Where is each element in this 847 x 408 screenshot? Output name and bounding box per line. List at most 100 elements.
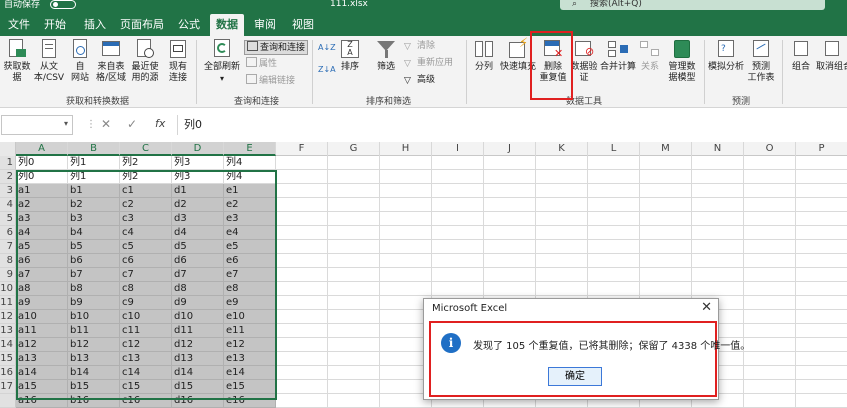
tab-data[interactable]: 数据	[210, 14, 244, 36]
cell-b12[interactable]: b10	[68, 310, 120, 324]
cell-p8[interactable]	[796, 254, 847, 268]
column-header-o[interactable]: O	[744, 142, 796, 156]
cell-d18[interactable]: d16	[172, 394, 224, 408]
cancel-icon[interactable]: ✕	[101, 117, 111, 131]
cell-n9[interactable]	[692, 268, 744, 282]
cell-d14[interactable]: d12	[172, 338, 224, 352]
cell-b7[interactable]: b5	[68, 240, 120, 254]
cell-o12[interactable]	[744, 310, 796, 324]
cell-a1[interactable]: 列0	[16, 156, 68, 170]
cell-c6[interactable]: c4	[120, 226, 172, 240]
cell-g2[interactable]	[328, 170, 380, 184]
cell-n5[interactable]	[692, 212, 744, 226]
cell-d16[interactable]: d14	[172, 366, 224, 380]
cell-c8[interactable]: c6	[120, 254, 172, 268]
group-button[interactable]: 组合	[788, 38, 814, 73]
cell-b13[interactable]: b11	[68, 324, 120, 338]
cell-d10[interactable]: d8	[172, 282, 224, 296]
cell-c13[interactable]: c11	[120, 324, 172, 338]
cell-g10[interactable]	[328, 282, 380, 296]
cell-f2[interactable]	[276, 170, 328, 184]
row-header[interactable]: 17	[0, 380, 16, 394]
cell-h10[interactable]	[380, 282, 432, 296]
cell-e17[interactable]: e15	[224, 380, 276, 394]
cell-o13[interactable]	[744, 324, 796, 338]
cell-p3[interactable]	[796, 184, 847, 198]
cell-e9[interactable]: e7	[224, 268, 276, 282]
cell-f8[interactable]	[276, 254, 328, 268]
cell-g8[interactable]	[328, 254, 380, 268]
cell-n4[interactable]	[692, 198, 744, 212]
enter-icon[interactable]: ✓	[127, 117, 137, 131]
cell-d12[interactable]: d10	[172, 310, 224, 324]
row-header[interactable]: 10	[0, 282, 16, 296]
cell-c2[interactable]: 列2	[120, 170, 172, 184]
cell-d7[interactable]: d5	[172, 240, 224, 254]
cell-a12[interactable]: a10	[16, 310, 68, 324]
cell-g3[interactable]	[328, 184, 380, 198]
cell-a17[interactable]: a15	[16, 380, 68, 394]
cell-p2[interactable]	[796, 170, 847, 184]
relationships-button[interactable]: 关系	[638, 38, 662, 73]
cell-e8[interactable]: e6	[224, 254, 276, 268]
cell-a6[interactable]: a4	[16, 226, 68, 240]
cell-p13[interactable]	[796, 324, 847, 338]
cell-m9[interactable]	[640, 268, 692, 282]
cell-d11[interactable]: d9	[172, 296, 224, 310]
cell-f16[interactable]	[276, 366, 328, 380]
cell-a8[interactable]: a6	[16, 254, 68, 268]
cell-m10[interactable]	[640, 282, 692, 296]
row-header[interactable]: 7	[0, 240, 16, 254]
cell-b18[interactable]: b16	[68, 394, 120, 408]
cell-c18[interactable]: c16	[120, 394, 172, 408]
row-header[interactable]: 9	[0, 268, 16, 282]
cell-e5[interactable]: e3	[224, 212, 276, 226]
cell-c15[interactable]: c13	[120, 352, 172, 366]
cell-e12[interactable]: e10	[224, 310, 276, 324]
cell-m8[interactable]	[640, 254, 692, 268]
cell-b6[interactable]: b4	[68, 226, 120, 240]
from-table-button[interactable]: 来自表 格/区域	[94, 38, 128, 84]
cell-g12[interactable]	[328, 310, 380, 324]
cell-g15[interactable]	[328, 352, 380, 366]
cell-n6[interactable]	[692, 226, 744, 240]
consolidate-button[interactable]: 合并计算	[600, 38, 636, 73]
row-header[interactable]: 2	[0, 170, 16, 184]
cell-f4[interactable]	[276, 198, 328, 212]
cell-m1[interactable]	[640, 156, 692, 170]
cell-i1[interactable]	[432, 156, 484, 170]
cell-c4[interactable]: c2	[120, 198, 172, 212]
formula-input[interactable]: 列0	[177, 115, 847, 135]
cell-j4[interactable]	[484, 198, 536, 212]
cell-p1[interactable]	[796, 156, 847, 170]
sort-descending-button[interactable]: Z↓A	[318, 64, 336, 76]
cell-a2[interactable]: 列0	[16, 170, 68, 184]
tab-file[interactable]: 文件	[2, 14, 36, 36]
cell-g4[interactable]	[328, 198, 380, 212]
queries-connections-button[interactable]: 查询和连接	[244, 40, 309, 55]
cell-j8[interactable]	[484, 254, 536, 268]
cell-f3[interactable]	[276, 184, 328, 198]
cell-e18[interactable]: e16	[224, 394, 276, 408]
cell-l6[interactable]	[588, 226, 640, 240]
cell-m5[interactable]	[640, 212, 692, 226]
what-if-button[interactable]: ? 模拟分析	[706, 38, 746, 73]
name-box[interactable]: ▾	[1, 115, 73, 135]
cell-k9[interactable]	[536, 268, 588, 282]
cell-l5[interactable]	[588, 212, 640, 226]
cell-n3[interactable]	[692, 184, 744, 198]
cell-d17[interactable]: d15	[172, 380, 224, 394]
cell-g14[interactable]	[328, 338, 380, 352]
properties-button[interactable]: 属性	[246, 57, 277, 70]
cell-p18[interactable]	[796, 394, 847, 408]
column-header-g[interactable]: G	[328, 142, 380, 156]
filter-button[interactable]: 筛选	[374, 38, 398, 73]
column-header-n[interactable]: N	[692, 142, 744, 156]
cell-c3[interactable]: c1	[120, 184, 172, 198]
cell-c1[interactable]: 列2	[120, 156, 172, 170]
cell-j9[interactable]	[484, 268, 536, 282]
cell-a16[interactable]: a14	[16, 366, 68, 380]
tab-formulas[interactable]: 公式	[172, 14, 206, 36]
cell-l1[interactable]	[588, 156, 640, 170]
cell-i3[interactable]	[432, 184, 484, 198]
